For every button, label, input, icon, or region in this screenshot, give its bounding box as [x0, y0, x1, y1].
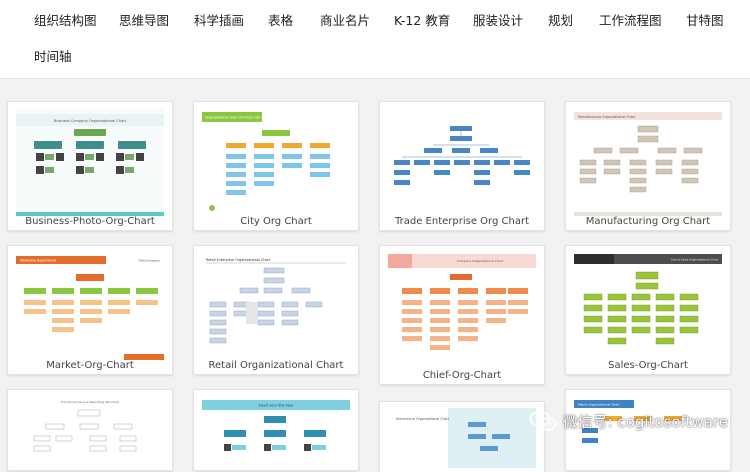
template-card-business-photo-org-chart[interactable]: Business Company Organizational Chart Bu…	[8, 102, 172, 230]
template-caption: Manufacturing Org Chart	[585, 216, 711, 227]
template-thumbnail: Insert your title here	[202, 396, 350, 466]
template-caption: City Org Chart	[240, 216, 312, 227]
template-thumbnail: Manufacturing Organizational Chart	[574, 108, 722, 216]
thumb-title: Insert your title here	[259, 404, 294, 408]
template-thumbnail: Sound Sales Organizational Chart	[574, 252, 722, 360]
tab-planning[interactable]: 规划	[548, 13, 573, 29]
template-thumbnail: Company Organizational Chart	[388, 252, 536, 370]
watermark-text: 微信号: cogitosoftware	[562, 412, 728, 431]
tab-science-illustration[interactable]: 科学插画	[194, 13, 244, 29]
thumb-title: Retail Enterprise Organizational Chart	[206, 258, 271, 262]
tab-gantt[interactable]: 甘特图	[686, 13, 724, 29]
template-card-chief-org-chart[interactable]: Company Organizational Chart Chief-Org-C…	[380, 246, 544, 384]
template-caption: Trade Enterprise Org Chart	[395, 216, 529, 227]
wechat-watermark: 微信号: cogitosoftware	[529, 405, 728, 437]
template-caption: Business-Photo-Org-Chart	[25, 216, 155, 227]
template-caption: Chief-Org-Chart	[422, 370, 502, 381]
template-caption: Retail Organizational Chart	[208, 360, 344, 371]
wechat-icon	[529, 410, 556, 431]
tab-business-card[interactable]: 商业名片	[320, 13, 370, 29]
tab-fashion-design[interactable]: 服装设计	[473, 13, 523, 29]
template-caption: Market-Org-Chart	[46, 360, 134, 371]
thumb-title: Sound Sales Organizational Chart	[671, 258, 719, 262]
template-card-insert-title-chart[interactable]: Insert your title here	[194, 390, 358, 470]
template-card-functional-service-chart[interactable]: Functional Service Reporting Structure	[8, 390, 172, 470]
template-card-manufacturing-org-chart[interactable]: Manufacturing Organizational Chart Manuf…	[566, 102, 730, 230]
template-thumbnail: Marketing Department Title/Company	[16, 252, 164, 360]
thumb-title: Company Organizational Chart	[457, 259, 504, 263]
template-card-hierarchical-chart[interactable]: Hierarchical Organizational Chart	[380, 402, 544, 472]
template-thumbnail	[388, 108, 536, 216]
template-thumbnail: Hierarchical Organizational Chart	[388, 408, 536, 468]
template-thumbnail: Functional Service Reporting Structure	[16, 396, 164, 466]
tab-org-chart[interactable]: 组织结构图	[34, 13, 97, 29]
template-card-trade-enterprise-org-chart[interactable]: Trade Enterprise Org Chart	[380, 102, 544, 230]
tab-workflow[interactable]: 工作流程图	[599, 13, 662, 29]
template-card-market-org-chart[interactable]: Marketing Department Title/Company Marke…	[8, 246, 172, 374]
thumb-title: Marketing Department	[20, 259, 57, 263]
thumb-title: Organizational Chart of Green City Team	[205, 116, 269, 120]
category-tabs: 组织结构图 思维导图 科学插画 表格 商业名片 K-12 教育 服装设计 规划 …	[0, 0, 750, 78]
tab-mind-map[interactable]: 思维导图	[119, 13, 169, 29]
thumb-brand: Title/Company	[137, 259, 160, 263]
tab-timeline[interactable]: 时间轴	[34, 49, 72, 65]
thumb-title: Business Company Organizational Chart	[54, 119, 127, 123]
template-card-city-org-chart[interactable]: Organizational Chart of Green City Team …	[194, 102, 358, 230]
tabs-divider	[0, 78, 750, 79]
template-card-retail-organizational-chart[interactable]: Retail Enterprise Organizational Chart R…	[194, 246, 358, 374]
thumb-title: Hierarchical Organizational Chart	[396, 417, 450, 421]
template-card-sales-org-chart[interactable]: Sound Sales Organizational Chart Sales-O…	[566, 246, 730, 374]
thumb-title: Functional Service Reporting Structure	[61, 400, 119, 404]
tab-k12-education[interactable]: K-12 教育	[394, 13, 450, 29]
thumb-title: Manufacturing Organizational Chart	[578, 115, 636, 119]
template-caption: Sales-Org-Chart	[608, 360, 688, 371]
template-thumbnail: Organizational Chart of Green City Team	[202, 108, 350, 216]
tab-table[interactable]: 表格	[268, 13, 293, 29]
template-thumbnail: Retail Enterprise Organizational Chart	[202, 252, 350, 360]
template-thumbnail: Business Company Organizational Chart	[16, 108, 164, 216]
